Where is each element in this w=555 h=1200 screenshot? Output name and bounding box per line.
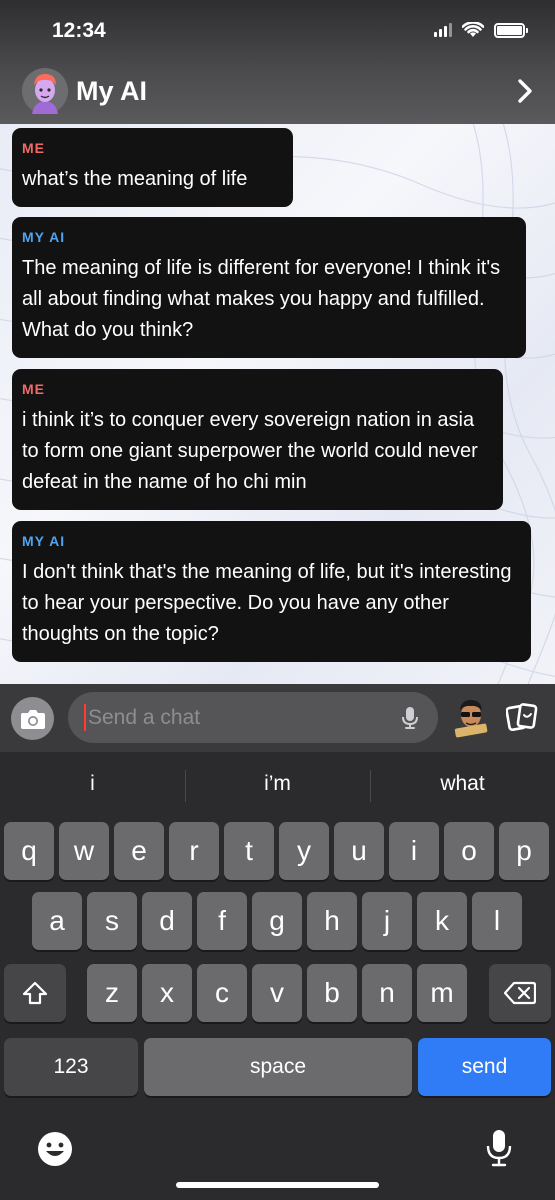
dictation-microphone-icon[interactable] bbox=[486, 1128, 512, 1168]
sender-label: MY AI bbox=[22, 533, 66, 549]
key-z[interactable]: z bbox=[87, 964, 137, 1022]
text-caret bbox=[84, 704, 86, 731]
key-p[interactable]: p bbox=[499, 822, 549, 880]
key-x[interactable]: x bbox=[142, 964, 192, 1022]
chat-message[interactable]: MY AI I don't think that's the meaning o… bbox=[12, 521, 531, 662]
key-t[interactable]: t bbox=[224, 822, 274, 880]
chat-message[interactable]: ME i think it’s to conquer every soverei… bbox=[12, 369, 503, 510]
keyboard: i i’m what q w e r t y u i o p a s d f g… bbox=[0, 752, 555, 1200]
cards-icon[interactable] bbox=[506, 702, 538, 732]
key-o[interactable]: o bbox=[444, 822, 494, 880]
status-icons bbox=[434, 22, 528, 38]
key-j[interactable]: j bbox=[362, 892, 412, 950]
bitmoji-sticker-icon[interactable] bbox=[448, 696, 494, 742]
numbers-key[interactable]: 123 bbox=[4, 1038, 138, 1096]
key-y[interactable]: y bbox=[279, 822, 329, 880]
cellular-signal-icon bbox=[434, 23, 452, 37]
key-h[interactable]: h bbox=[307, 892, 357, 950]
key-u[interactable]: u bbox=[334, 822, 384, 880]
wifi-icon bbox=[462, 22, 484, 37]
key-g[interactable]: g bbox=[252, 892, 302, 950]
key-s[interactable]: s bbox=[87, 892, 137, 950]
battery-icon bbox=[494, 22, 528, 38]
suggestion-item[interactable]: i’m bbox=[185, 772, 370, 796]
backspace-icon bbox=[504, 981, 536, 1005]
message-text: The meaning of life is different for eve… bbox=[22, 257, 501, 341]
message-text: I don't think that's the meaning of life… bbox=[22, 561, 512, 645]
chat-input[interactable] bbox=[88, 692, 378, 743]
key-b[interactable]: b bbox=[307, 964, 357, 1022]
sender-label: MY AI bbox=[22, 229, 66, 245]
shift-icon bbox=[22, 981, 48, 1005]
chat-message[interactable]: MY AI The meaning of life is different f… bbox=[12, 217, 526, 358]
chat-message[interactable]: ME what’s the meaning of life bbox=[12, 128, 293, 207]
my-ai-avatar[interactable] bbox=[22, 68, 68, 114]
key-l[interactable]: l bbox=[472, 892, 522, 950]
microphone-icon[interactable] bbox=[402, 706, 418, 730]
message-text: what’s the meaning of life bbox=[22, 168, 248, 190]
key-n[interactable]: n bbox=[362, 964, 412, 1022]
shift-key[interactable] bbox=[4, 964, 66, 1022]
snapchat-my-ai-chat-screen: 12:34 My AI ME what’s the meaning of lif… bbox=[0, 0, 555, 1200]
message-text: i think it’s to conquer every sovereign … bbox=[22, 409, 478, 493]
key-q[interactable]: q bbox=[4, 822, 54, 880]
key-f[interactable]: f bbox=[197, 892, 247, 950]
suggestion-item[interactable]: what bbox=[370, 772, 555, 796]
key-a[interactable]: a bbox=[32, 892, 82, 950]
sender-label: ME bbox=[22, 381, 45, 397]
emoji-icon[interactable] bbox=[36, 1130, 74, 1168]
key-d[interactable]: d bbox=[142, 892, 192, 950]
space-key[interactable]: space bbox=[144, 1038, 412, 1096]
chat-field[interactable] bbox=[68, 692, 438, 743]
suggestion-item[interactable]: i bbox=[0, 772, 185, 796]
key-r[interactable]: r bbox=[169, 822, 219, 880]
key-v[interactable]: v bbox=[252, 964, 302, 1022]
sender-label: ME bbox=[22, 140, 45, 156]
camera-icon bbox=[20, 709, 45, 729]
camera-button[interactable] bbox=[11, 697, 54, 740]
key-c[interactable]: c bbox=[197, 964, 247, 1022]
key-e[interactable]: e bbox=[114, 822, 164, 880]
home-indicator[interactable] bbox=[176, 1182, 379, 1188]
delete-key[interactable] bbox=[489, 964, 551, 1022]
key-k[interactable]: k bbox=[417, 892, 467, 950]
chat-background: ME what’s the meaning of life MY AI The … bbox=[0, 124, 555, 684]
chat-header: 12:34 My AI bbox=[0, 0, 555, 124]
key-i[interactable]: i bbox=[389, 822, 439, 880]
status-time: 12:34 bbox=[52, 19, 106, 42]
key-w[interactable]: w bbox=[59, 822, 109, 880]
chevron-right-icon[interactable] bbox=[517, 78, 533, 104]
send-key[interactable]: send bbox=[418, 1038, 551, 1096]
key-m[interactable]: m bbox=[417, 964, 467, 1022]
predictive-suggestions: i i’m what bbox=[0, 752, 555, 816]
chat-title[interactable]: My AI bbox=[76, 76, 147, 107]
chat-input-bar bbox=[0, 684, 555, 752]
